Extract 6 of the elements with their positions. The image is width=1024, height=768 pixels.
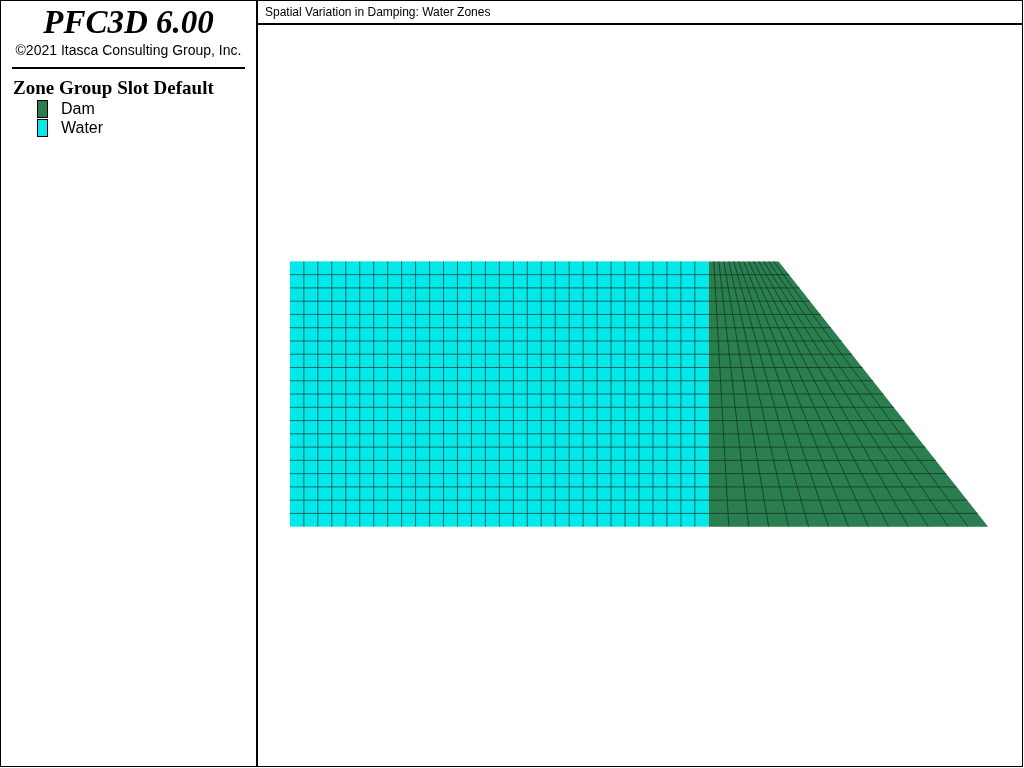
plot-title: Spatial Variation in Damping: Water Zones [265, 5, 491, 19]
legend-label: Dam [61, 99, 95, 118]
legend-title: Zone Group Slot Default [13, 77, 214, 99]
legend-label: Water [61, 118, 104, 137]
copyright-text: ©2021 Itasca Consulting Group, Inc. [15, 41, 242, 59]
program-title: PFC3D 6.00 [43, 3, 214, 41]
